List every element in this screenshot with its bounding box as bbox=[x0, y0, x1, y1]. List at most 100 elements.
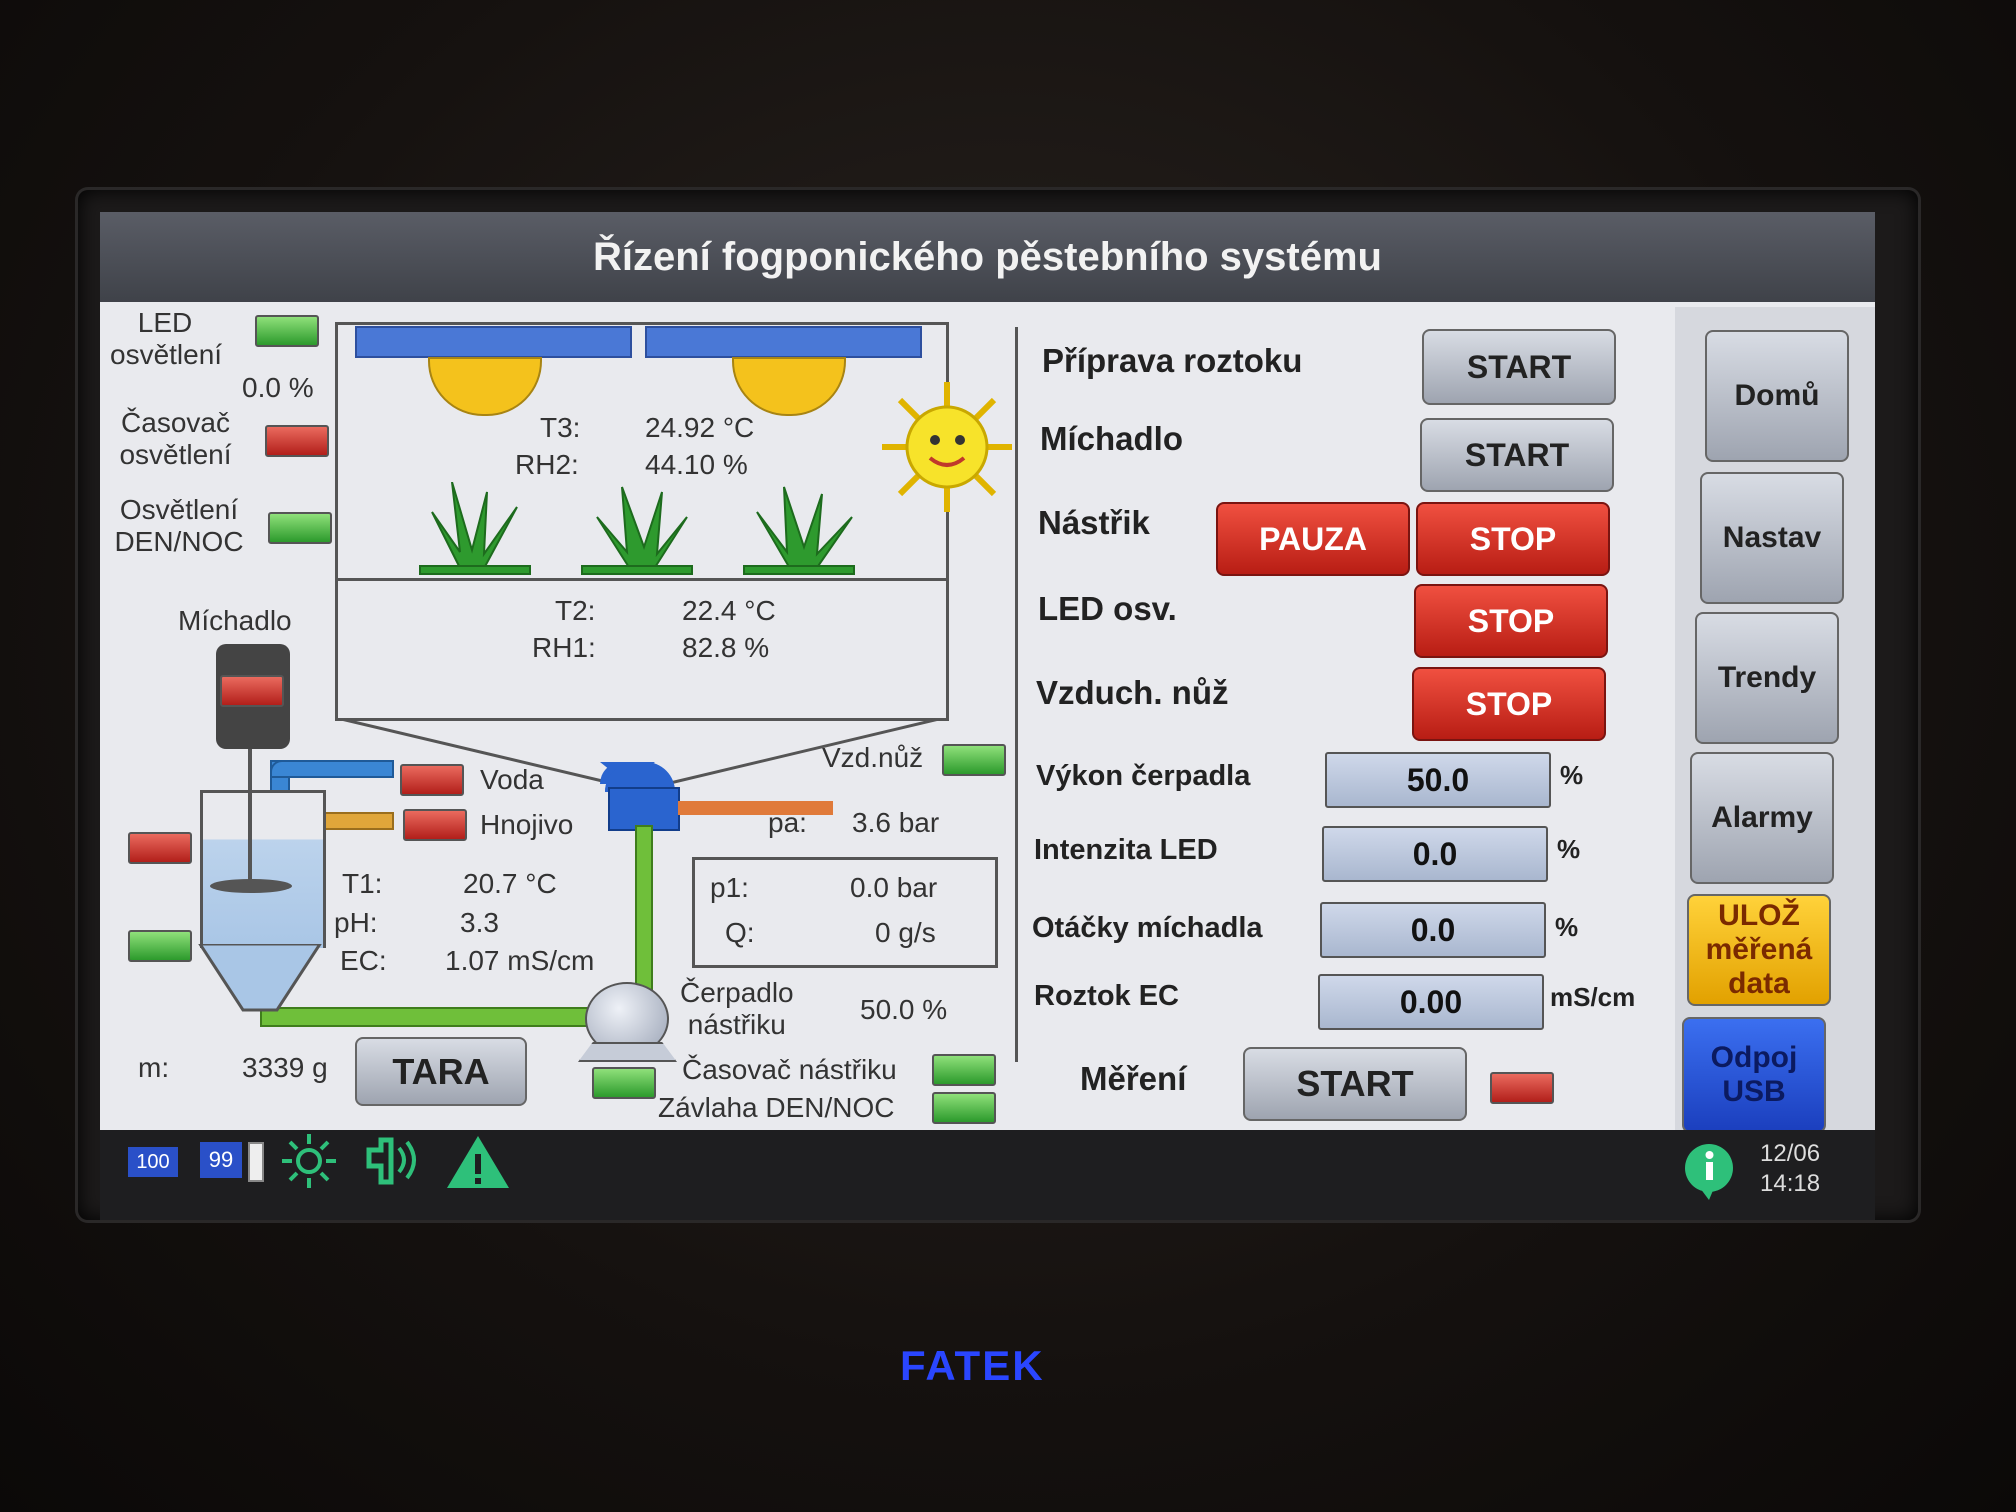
tank-indicator-bottom bbox=[128, 930, 192, 962]
solution-ec-label: Roztok EC bbox=[1034, 980, 1179, 1012]
air-knife-control-label: Vzduch. nůž bbox=[1036, 674, 1229, 711]
spray-timer-label: Časovač nástřiku bbox=[682, 1054, 897, 1085]
page-title: Řízení fogponického pěstebního systému bbox=[100, 212, 1875, 302]
mixer-blade bbox=[210, 879, 292, 893]
solution-tank bbox=[200, 790, 326, 948]
pump-base bbox=[578, 1042, 677, 1062]
spray-pause-button[interactable]: PAUZA bbox=[1216, 502, 1410, 576]
rh2-label: RH2: bbox=[515, 449, 579, 480]
air-knife-stop-button[interactable]: STOP bbox=[1412, 667, 1606, 741]
mixer-speed-label: Otáčky míchadla bbox=[1032, 912, 1263, 944]
status-badge-100: 100 bbox=[128, 1147, 178, 1177]
t3-label: T3: bbox=[540, 412, 581, 443]
pa-label: pa: bbox=[768, 807, 807, 838]
p1-value: 0.0 bar bbox=[850, 872, 938, 903]
mixer-control-label: Míchadlo bbox=[1040, 420, 1184, 457]
fertilizer-indicator bbox=[403, 809, 467, 841]
t3-value: 24.92 °C bbox=[645, 412, 755, 443]
rh1-label: RH1: bbox=[532, 632, 596, 663]
led-intensity-label: Intenzita LED bbox=[1034, 834, 1218, 866]
root-chamber bbox=[335, 578, 949, 721]
nav-alarms-button[interactable]: Alarmy bbox=[1690, 752, 1834, 884]
sun-icon bbox=[882, 382, 1012, 512]
brand-logo: FATEK bbox=[900, 1342, 1045, 1389]
brightness-icon[interactable] bbox=[280, 1132, 338, 1190]
pump-power-unit: % bbox=[1560, 760, 1584, 790]
measurement-start-button[interactable]: START bbox=[1243, 1047, 1467, 1121]
status-badge-99: 99 bbox=[200, 1142, 242, 1178]
led-lighting-label: LED osvětlení bbox=[110, 307, 223, 370]
ph-label: pH: bbox=[334, 907, 378, 938]
measurement-indicator bbox=[1490, 1072, 1554, 1104]
spray-label: Nástřik bbox=[1038, 504, 1150, 541]
nav-settings-button[interactable]: Nastav bbox=[1700, 472, 1844, 604]
nav-home-button[interactable]: Domů bbox=[1705, 330, 1849, 462]
q-value: 0 g/s bbox=[875, 917, 936, 948]
hmi-screen: Řízení fogponického pěstebního systému L… bbox=[100, 212, 1875, 1220]
water-label: Voda bbox=[480, 764, 544, 795]
fertilizer-label: Hnojivo bbox=[480, 809, 574, 840]
ph-value: 3.3 bbox=[460, 907, 499, 938]
battery-icon bbox=[248, 1142, 264, 1182]
led-intensity-unit: % bbox=[1557, 834, 1581, 864]
t1-label: T1: bbox=[342, 868, 383, 899]
rh2-value: 44.10 % bbox=[645, 449, 748, 480]
nav-trends-button[interactable]: Trendy bbox=[1695, 612, 1839, 744]
mass-label: m: bbox=[138, 1052, 170, 1083]
led-bar-left bbox=[355, 326, 632, 358]
solution-ec-input[interactable]: 0.00 bbox=[1318, 974, 1544, 1030]
speaker-icon[interactable] bbox=[365, 1132, 425, 1188]
led-intensity-input[interactable]: 0.0 bbox=[1322, 826, 1548, 882]
solution-prep-start-button[interactable]: START bbox=[1422, 329, 1616, 405]
air-knife-indicator bbox=[942, 744, 1006, 776]
mixer-indicator bbox=[220, 675, 284, 707]
lighting-timer-label: Časovač osvětlení bbox=[119, 407, 232, 470]
led-control-label: LED osv. bbox=[1038, 590, 1177, 627]
pa-value: 3.6 bar bbox=[852, 807, 940, 838]
pump-power-input[interactable]: 50.0 bbox=[1325, 752, 1551, 808]
water-pipe bbox=[270, 760, 394, 778]
info-icon[interactable] bbox=[1678, 1140, 1740, 1202]
pump-indicator bbox=[592, 1067, 656, 1099]
pump-power-label: Výkon čerpadla bbox=[1036, 760, 1251, 792]
riser-pipe bbox=[635, 825, 653, 1009]
tara-button[interactable]: TARA bbox=[355, 1037, 527, 1106]
irrigation-indicator bbox=[932, 1092, 996, 1124]
mixer-label: Míchadlo bbox=[178, 605, 292, 636]
eject-usb-button[interactable]: Odpoj USB bbox=[1682, 1017, 1826, 1133]
status-time: 14:18 bbox=[1760, 1170, 1821, 1197]
spray-timer-indicator bbox=[932, 1054, 996, 1086]
led-lighting-indicator bbox=[255, 315, 319, 347]
p1-label: p1: bbox=[710, 872, 749, 903]
pump-value: 50.0 % bbox=[860, 994, 948, 1025]
ec-value: 1.07 mS/cm bbox=[445, 945, 595, 976]
rh1-value: 82.8 % bbox=[682, 632, 770, 663]
measurement-label: Měření bbox=[1080, 1060, 1187, 1097]
solution-prep-label: Příprava roztoku bbox=[1042, 342, 1303, 379]
ec-label: EC: bbox=[340, 945, 387, 976]
lighting-timer-indicator bbox=[265, 425, 329, 457]
t1-value: 20.7 °C bbox=[463, 868, 557, 899]
mixer-start-button[interactable]: START bbox=[1420, 418, 1614, 492]
plants-graphic bbox=[419, 482, 855, 575]
led-lighting-value: 0.0 % bbox=[242, 372, 314, 403]
led-bar-right bbox=[645, 326, 922, 358]
t2-value: 22.4 °C bbox=[682, 595, 776, 626]
warning-icon[interactable] bbox=[445, 1134, 511, 1190]
pump-label: Čerpadlo nástřiku bbox=[680, 977, 794, 1040]
tank-cone bbox=[198, 944, 322, 1012]
save-data-button[interactable]: ULOŽ měřená data bbox=[1687, 894, 1831, 1006]
day-night-indicator bbox=[268, 512, 332, 544]
mass-value: 3339 g bbox=[242, 1052, 328, 1083]
q-label: Q: bbox=[725, 917, 755, 948]
led-stop-button[interactable]: STOP bbox=[1414, 584, 1608, 658]
mixer-speed-input[interactable]: 0.0 bbox=[1320, 902, 1546, 958]
mixer-speed-unit: % bbox=[1555, 912, 1579, 942]
spray-stop-button[interactable]: STOP bbox=[1416, 502, 1610, 576]
panel-divider bbox=[1015, 327, 1018, 1062]
tank-indicator-top bbox=[128, 832, 192, 864]
status-date: 12/06 bbox=[1760, 1140, 1821, 1167]
air-pipe bbox=[678, 801, 833, 815]
t2-label: T2: bbox=[555, 595, 596, 626]
air-knife-label: Vzd.nůž bbox=[822, 742, 924, 773]
